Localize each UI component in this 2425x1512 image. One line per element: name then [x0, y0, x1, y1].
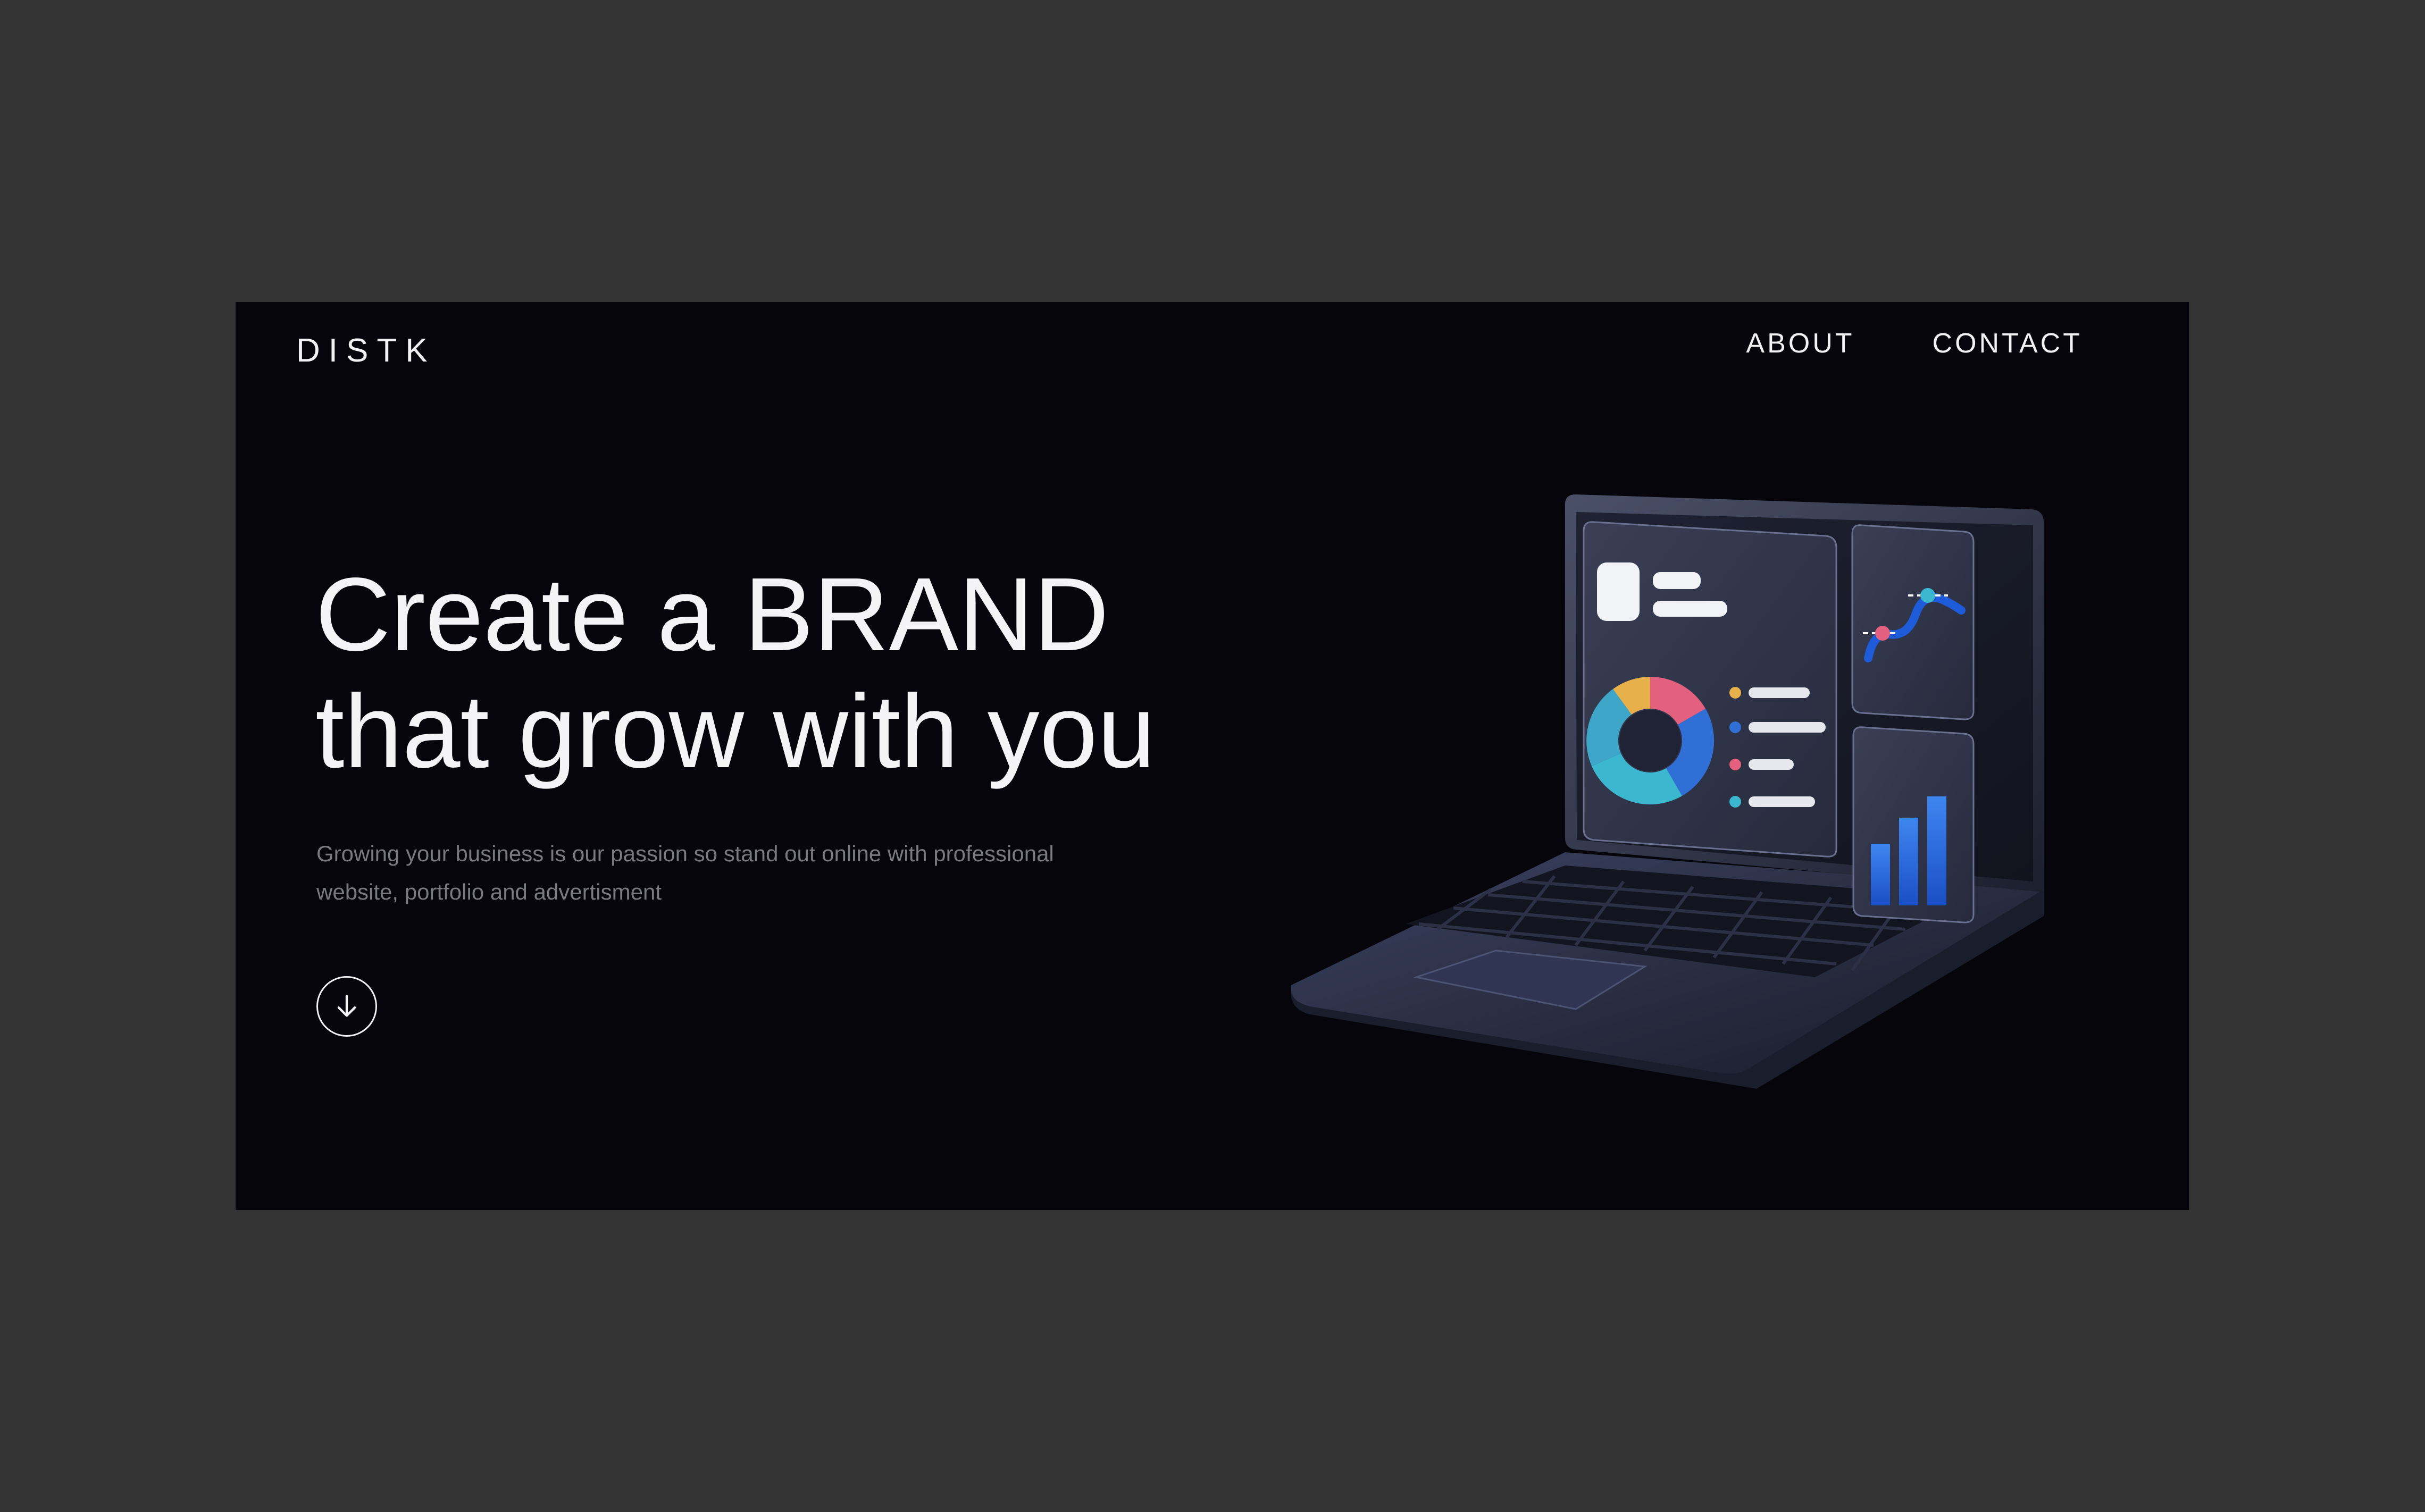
nav-item-contact[interactable]: CONTACT — [1933, 327, 2083, 359]
hero-section: DISTK ABOUT CONTACT Create a BRAND that … — [236, 302, 2189, 1210]
main-nav: ABOUT CONTACT — [1746, 327, 2083, 359]
brand-logo[interactable]: DISTK — [296, 332, 436, 369]
nav-item-about[interactable]: ABOUT — [1746, 327, 1854, 359]
hero-title: Create a BRAND that grow with you — [315, 556, 1219, 790]
bar-2 — [1899, 818, 1918, 905]
hero-subtitle-line-2: website, portfolio and advertisment — [316, 879, 662, 904]
hero-subtitle: Growing your business is our passion so … — [316, 835, 1114, 911]
dashboard-panel-main — [1583, 521, 1837, 858]
hero-title-line-1: Create a BRAND — [315, 556, 1109, 673]
arrow-down-icon — [337, 995, 356, 1017]
bar-1 — [1871, 844, 1890, 905]
hero-title-line-2: that grow with you — [315, 673, 1156, 789]
scroll-down-button[interactable] — [316, 976, 377, 1037]
laptop-illustration — [1291, 494, 2044, 1089]
donut-chart — [1586, 677, 1715, 805]
hero-subtitle-line-1: Growing your business is our passion so … — [316, 841, 1054, 866]
dashboard-panel-line — [1851, 524, 1975, 720]
bar-3 — [1927, 796, 1946, 905]
dashboard-panel-bars — [1852, 726, 1975, 923]
